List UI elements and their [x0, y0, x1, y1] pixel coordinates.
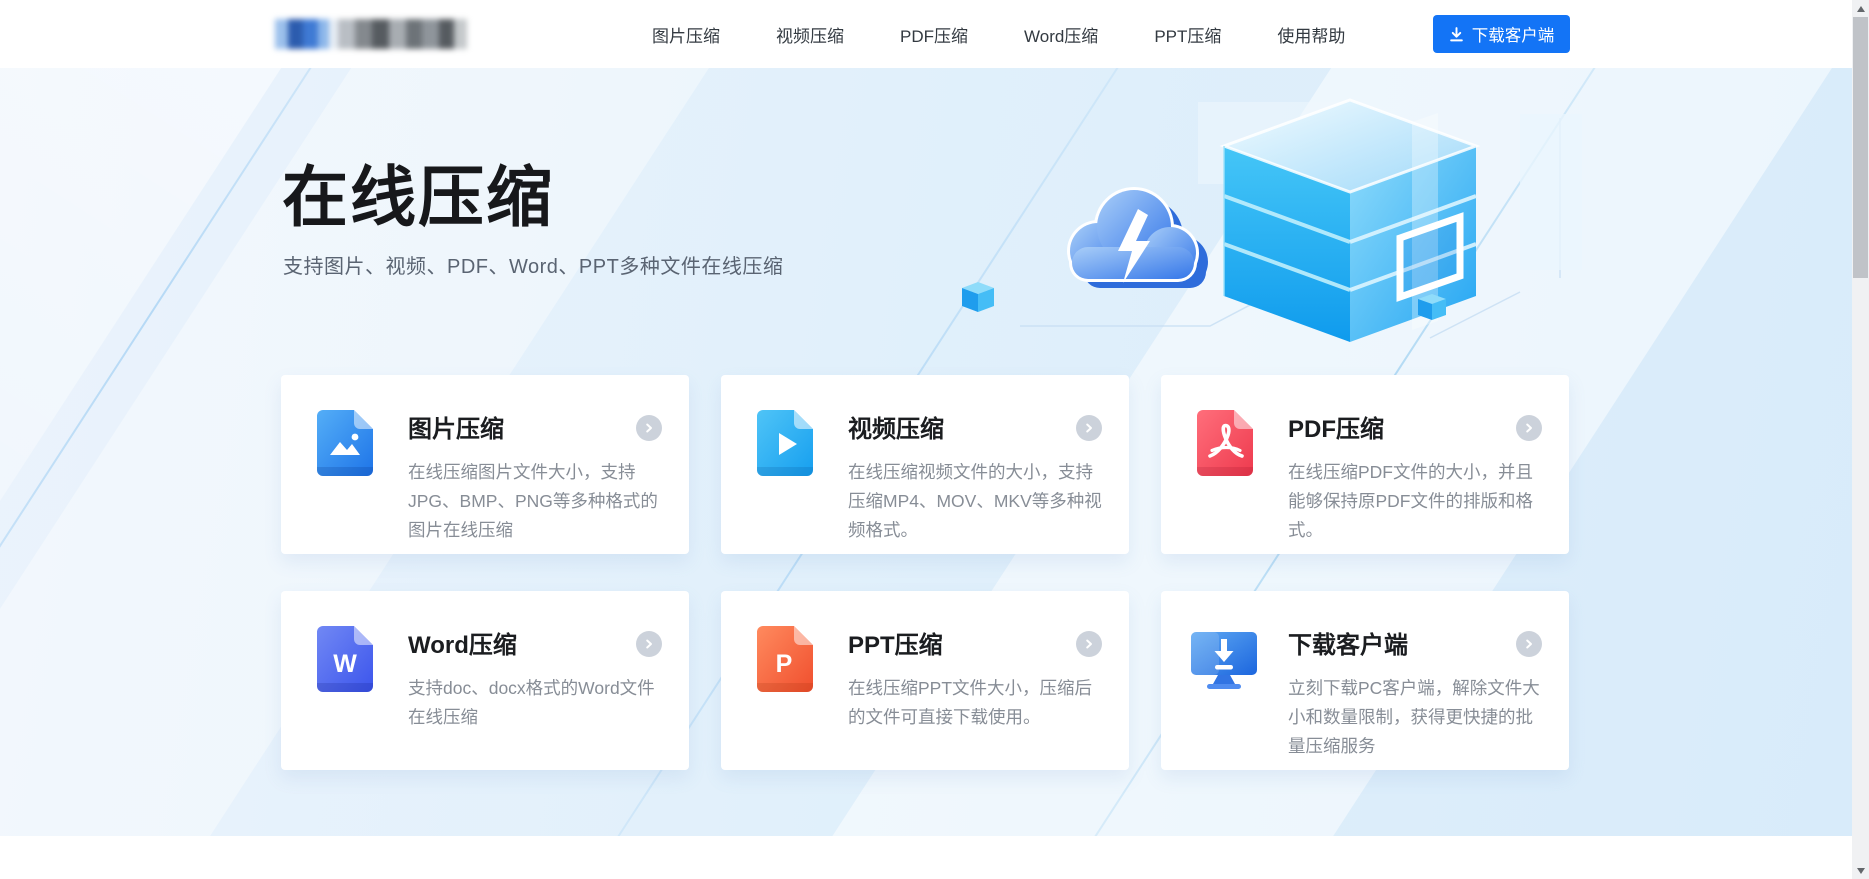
page-content: 图片压缩 视频压缩 PDF压缩 Word压缩 PPT压缩 使用帮助 下载客户端	[0, 0, 1852, 879]
svg-text:W: W	[333, 650, 357, 678]
video-file-icon	[757, 410, 813, 481]
logo-pixel	[275, 19, 289, 49]
card-description: 支持doc、docx格式的Word文件在线压缩	[408, 678, 655, 727]
logo-pixel	[439, 19, 454, 49]
card-title: Word压缩	[408, 632, 517, 659]
chevron-right-icon[interactable]	[1076, 631, 1102, 657]
scroll-down-arrow[interactable]	[1852, 862, 1869, 879]
download-client-icon	[1191, 627, 1257, 694]
logo-pixel	[329, 19, 339, 49]
nav-item-ppt-compress[interactable]: PPT压缩	[1154, 22, 1221, 47]
logo-blurred[interactable]	[275, 15, 468, 53]
main-nav: 图片压缩 视频压缩 PDF压缩 Word压缩 PPT压缩 使用帮助	[652, 0, 1345, 68]
nav-item-image-compress[interactable]: 图片压缩	[652, 22, 720, 47]
word-file-icon: W	[317, 626, 373, 697]
card-ppt-compress[interactable]: P PPT压缩 在线压缩PPT文件大小，压缩后的文件可直接下载使用。	[721, 591, 1129, 770]
card-body: PPT压缩 在线压缩PPT文件大小，压缩后的文件可直接下载使用。	[848, 631, 1103, 732]
card-video-compress[interactable]: 视频压缩 在线压缩视频文件的大小，支持压缩MP4、MOV、MKV等多种视频格式。	[721, 375, 1129, 554]
card-title: 视频压缩	[848, 416, 944, 443]
logo-pixel	[388, 19, 406, 49]
logo-pixel	[288, 19, 303, 49]
card-pdf-compress[interactable]: PDF压缩 在线压缩PDF文件的大小，并且能够保持原PDF文件的排版和格式。	[1161, 375, 1569, 554]
chevron-right-icon[interactable]	[636, 631, 662, 657]
card-title: 图片压缩	[408, 416, 504, 443]
nav-item-pdf-compress[interactable]: PDF压缩	[900, 22, 968, 47]
image-file-icon	[317, 410, 373, 481]
logo-pixel	[355, 19, 372, 49]
logo-pixel	[453, 19, 468, 49]
logo-pixel	[317, 19, 330, 49]
card-body: PDF压缩 在线压缩PDF文件的大小，并且能够保持原PDF文件的排版和格式。	[1288, 415, 1543, 545]
card-description: 在线压缩视频文件的大小，支持压缩MP4、MOV、MKV等多种视频格式。	[848, 462, 1102, 540]
logo-pixel	[338, 19, 356, 49]
nav-item-help[interactable]: 使用帮助	[1277, 22, 1345, 47]
page-subtitle: 支持图片、视频、PDF、Word、PPT多种文件在线压缩	[283, 256, 784, 278]
logo-pixel	[405, 19, 423, 49]
card-title: PPT压缩	[848, 632, 943, 659]
page-title: 在线压缩	[282, 160, 554, 234]
chevron-right-icon[interactable]	[636, 415, 662, 441]
logo-pixel	[302, 19, 318, 49]
pdf-file-icon	[1197, 410, 1253, 481]
ppt-file-icon: P	[757, 626, 813, 697]
scroll-up-arrow[interactable]	[1852, 0, 1869, 17]
card-description: 在线压缩PPT文件大小，压缩后的文件可直接下载使用。	[848, 678, 1093, 727]
chevron-right-icon[interactable]	[1076, 415, 1102, 441]
card-download-client[interactable]: 下载客户端 立刻下载PC客户端，解除文件大小和数量限制，获得更快捷的批量压缩服务	[1161, 591, 1569, 770]
feature-cards: 图片压缩 在线压缩图片文件大小，支持JPG、BMP、PNG等多种格式的图片在线压…	[281, 375, 1569, 770]
download-button-label: 下载客户端	[1471, 27, 1555, 45]
card-description: 在线压缩PDF文件的大小，并且能够保持原PDF文件的排版和格式。	[1288, 462, 1533, 540]
triangle-up-icon	[1856, 5, 1865, 12]
hero-section: 在线压缩 支持图片、视频、PDF、Word、PPT多种文件在线压缩 图片压缩 在…	[0, 68, 1852, 836]
card-body: 视频压缩 在线压缩视频文件的大小，支持压缩MP4、MOV、MKV等多种视频格式。	[848, 415, 1103, 545]
chevron-right-icon[interactable]	[1516, 631, 1542, 657]
download-client-button[interactable]: 下载客户端	[1433, 15, 1570, 53]
triangle-down-icon	[1856, 867, 1865, 874]
scrollbar-thumb[interactable]	[1853, 17, 1868, 278]
svg-text:P: P	[776, 650, 793, 678]
nav-item-video-compress[interactable]: 视频压缩	[776, 22, 844, 47]
card-body: Word压缩 支持doc、docx格式的Word文件在线压缩	[408, 631, 663, 732]
page: 图片压缩 视频压缩 PDF压缩 Word压缩 PPT压缩 使用帮助 下载客户端	[0, 0, 1869, 879]
card-title: PDF压缩	[1288, 416, 1384, 443]
card-word-compress[interactable]: W Word压缩 支持doc、docx格式的Word文件在线压缩	[281, 591, 689, 770]
card-description: 立刻下载PC客户端，解除文件大小和数量限制，获得更快捷的批量压缩服务	[1288, 678, 1540, 756]
card-body: 图片压缩 在线压缩图片文件大小，支持JPG、BMP、PNG等多种格式的图片在线压…	[408, 415, 663, 545]
vertical-scrollbar[interactable]	[1852, 0, 1869, 879]
card-title: 下载客户端	[1288, 632, 1408, 659]
download-icon	[1449, 26, 1464, 42]
logo-pixel	[371, 19, 389, 49]
footer	[0, 836, 1852, 879]
bg-stripe	[0, 68, 87, 836]
logo-pixel	[422, 19, 440, 49]
card-description: 在线压缩图片文件大小，支持JPG、BMP、PNG等多种格式的图片在线压缩	[408, 462, 658, 540]
card-body: 下载客户端 立刻下载PC客户端，解除文件大小和数量限制，获得更快捷的批量压缩服务	[1288, 631, 1543, 761]
card-image-compress[interactable]: 图片压缩 在线压缩图片文件大小，支持JPG、BMP、PNG等多种格式的图片在线压…	[281, 375, 689, 554]
hero-illustration	[960, 86, 1600, 361]
nav-item-word-compress[interactable]: Word压缩	[1024, 22, 1098, 47]
chevron-right-icon[interactable]	[1516, 415, 1542, 441]
header: 图片压缩 视频压缩 PDF压缩 Word压缩 PPT压缩 使用帮助 下载客户端	[0, 0, 1852, 68]
